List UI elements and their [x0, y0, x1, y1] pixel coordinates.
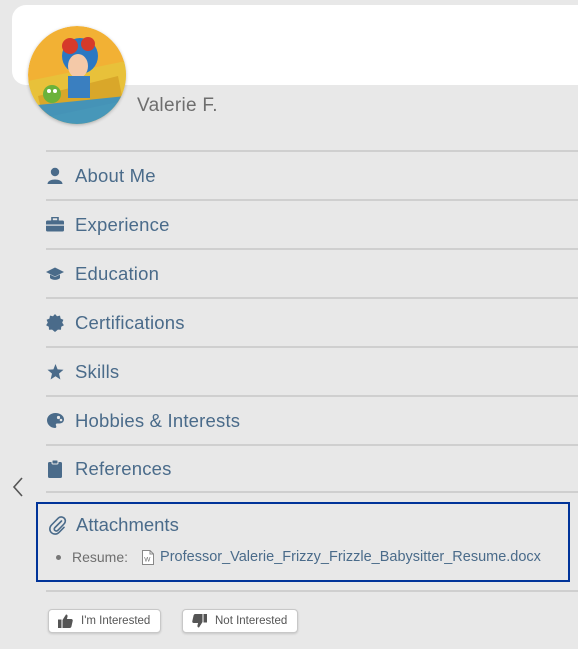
nav-item-label: Education — [75, 262, 160, 284]
nav-item-education[interactable]: Education — [46, 248, 578, 297]
clipboard-icon — [46, 459, 64, 478]
nav-item-certifications[interactable]: Certifications — [46, 297, 578, 346]
thumbs-up-icon — [58, 614, 73, 628]
list-item: Resume: W Professor_Valerie_Frizzy_Frizz… — [56, 549, 541, 565]
back-arrow-icon[interactable] — [10, 476, 26, 498]
svg-text:W: W — [144, 556, 151, 563]
interested-button[interactable]: I'm Interested — [48, 609, 162, 633]
not-interested-button[interactable]: Not Interested — [182, 609, 299, 633]
attachments-title: Attachments — [76, 514, 179, 535]
nav-item-label: Hobbies & Interests — [75, 409, 241, 431]
bullet — [56, 554, 61, 560]
person-icon — [46, 167, 64, 185]
divider — [46, 590, 578, 592]
nav-item-label: References — [75, 457, 172, 479]
certificate-icon — [46, 313, 64, 332]
avatar — [28, 26, 126, 124]
user-name: Valerie F. — [137, 95, 218, 116]
nav-item-experience[interactable]: Experience — [46, 199, 578, 248]
nav-item-label: About Me — [75, 164, 156, 186]
word-doc-icon: W — [142, 549, 155, 565]
palette-icon — [46, 412, 64, 430]
nav-item-references[interactable]: References — [46, 444, 578, 493]
nav-item-hobbies[interactable]: Hobbies & Interests — [46, 395, 578, 444]
nav-item-skills[interactable]: Skills — [46, 346, 578, 395]
resume-label: Resume: — [72, 549, 129, 565]
graduation-cap-icon — [46, 265, 64, 283]
not-interested-label: Not Interested — [215, 615, 288, 627]
briefcase-icon — [46, 216, 64, 234]
thumbs-down-icon — [192, 614, 207, 628]
nav-item-label: Certifications — [75, 311, 185, 333]
paperclip-icon — [49, 515, 67, 535]
star-icon — [46, 363, 64, 381]
nav-item-about-me[interactable]: About Me — [46, 150, 578, 199]
profile-nav: About Me Experience Education Certificat… — [46, 150, 578, 493]
resume-file-link[interactable]: Professor_Valerie_Frizzy_Frizzle_Babysit… — [160, 549, 541, 565]
nav-item-label: Experience — [75, 213, 170, 235]
attachments-section: Attachments Resume: W Professor_Valerie_… — [36, 502, 570, 582]
interested-label: I'm Interested — [81, 615, 151, 627]
attachments-header[interactable]: Attachments — [49, 514, 179, 536]
nav-item-label: Skills — [75, 360, 120, 382]
